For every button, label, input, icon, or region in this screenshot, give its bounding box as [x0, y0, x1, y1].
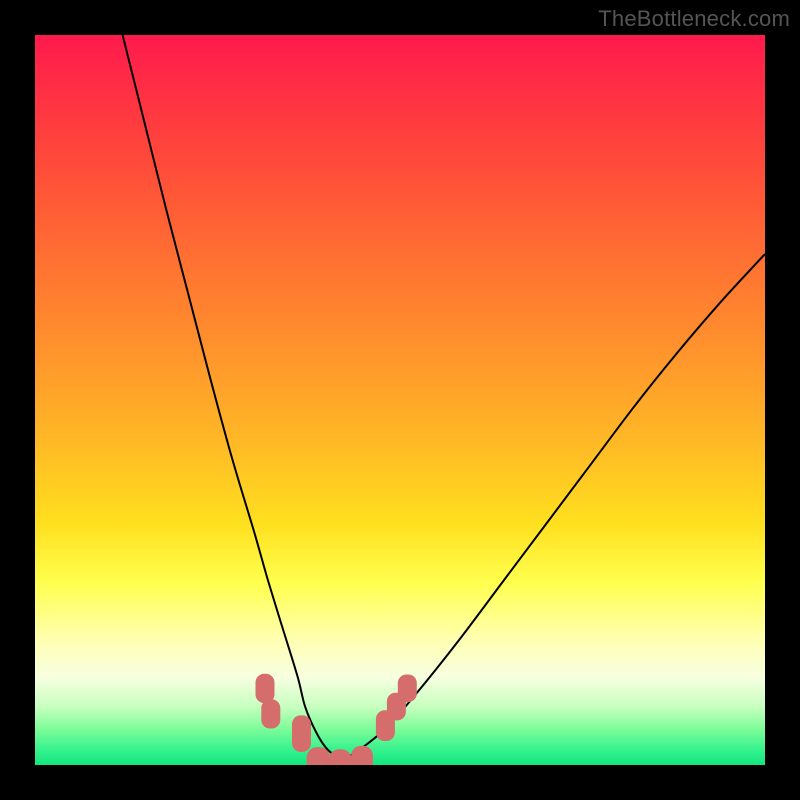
curve-marker: [329, 749, 352, 765]
curve-marker: [256, 674, 275, 703]
marker-group: [256, 674, 417, 765]
curve-marker: [351, 746, 373, 765]
curve-marker: [398, 675, 417, 703]
plot-area: [35, 35, 765, 765]
bottleneck-curve-path: [123, 35, 765, 757]
chart-svg: [35, 35, 765, 765]
curve-marker: [292, 715, 311, 752]
curve-marker: [261, 699, 280, 728]
watermark-text: TheBottleneck.com: [598, 6, 790, 32]
chart-frame: TheBottleneck.com: [0, 0, 800, 800]
